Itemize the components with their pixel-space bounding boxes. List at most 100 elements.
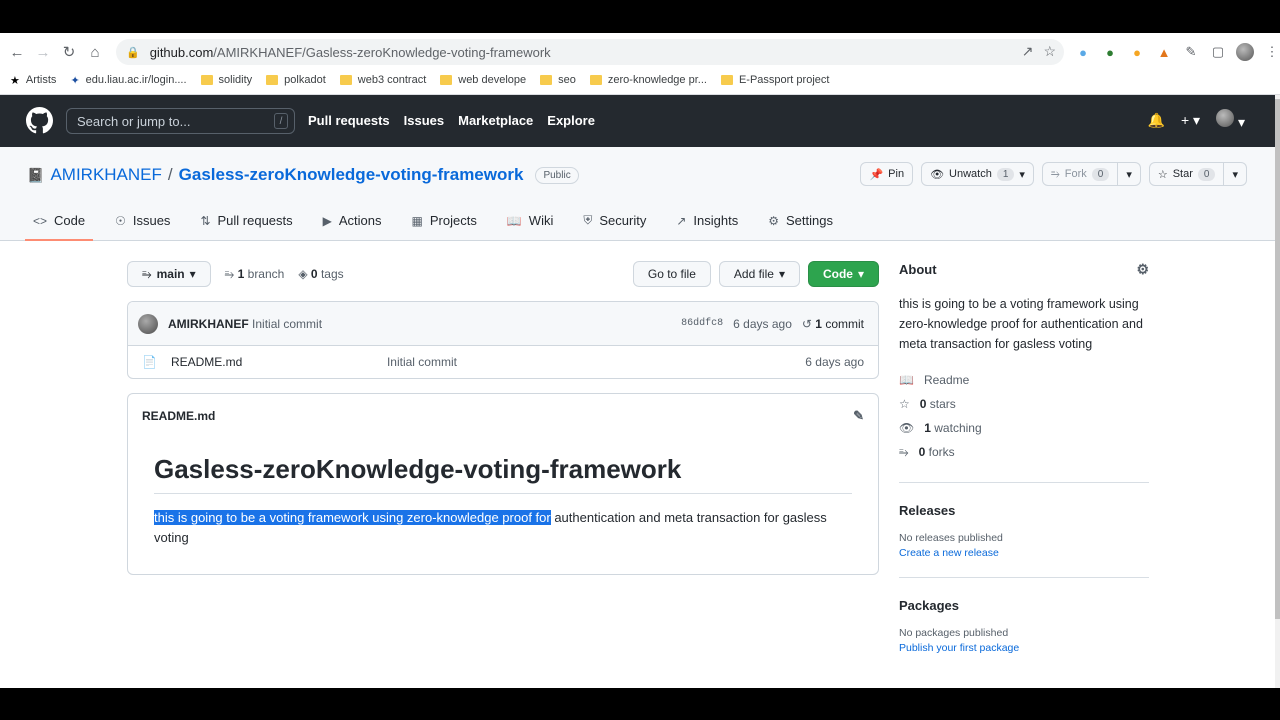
bookmark-folder[interactable]: solidity — [200, 74, 252, 86]
bookmark-folder[interactable]: polkadot — [266, 74, 326, 86]
extension-icon[interactable]: ● — [1128, 43, 1146, 61]
fork-dropdown-button[interactable]: ▾ — [1118, 162, 1141, 186]
packages-heading[interactable]: Packages — [899, 598, 1149, 613]
chevron-down-icon: ▾ — [1232, 168, 1238, 181]
tab-code[interactable]: <> Code — [25, 208, 94, 241]
browser-window: ← → ↻ ⌂ 🔒 github.com/AMIRKHANEF/Gasless-… — [0, 33, 1280, 688]
back-icon[interactable]: ← — [4, 39, 30, 65]
folder-icon — [720, 75, 733, 85]
tab-settings[interactable]: ⚙ Settings — [760, 208, 841, 240]
folder-icon — [339, 75, 352, 85]
pencil-icon[interactable]: ✎ — [853, 408, 864, 424]
gear-icon[interactable]: ⚙ — [1136, 261, 1149, 278]
commit-author[interactable]: AMIRKHANEF — [168, 317, 249, 331]
bookmark-folder[interactable]: web develope — [440, 74, 526, 86]
extension-icon[interactable]: ● — [1101, 43, 1119, 61]
forks-link[interactable]: ⥱ 0 forks — [899, 440, 1149, 464]
folder-icon — [200, 75, 213, 85]
repo-title: 📓 AMIRKHANEF / Gasless-zeroKnowledge-vot… — [27, 165, 579, 185]
bottom-black-bar — [0, 688, 1280, 720]
no-packages-text: No packages published — [899, 627, 1009, 639]
address-bar[interactable]: 🔒 github.com/AMIRKHANEF/Gasless-zeroKnow… — [116, 39, 1064, 65]
tab-issues[interactable]: ☉ Issues — [107, 208, 178, 240]
lock-icon: 🔒 — [126, 46, 140, 59]
forward-icon[interactable]: → — [30, 39, 56, 65]
bookmark-item[interactable]: ✦ edu.liau.ac.ir/login.... — [70, 74, 186, 87]
plus-dropdown-icon[interactable]: + ▾ — [1181, 112, 1200, 129]
share-icon[interactable]: ↗ — [1022, 43, 1034, 60]
nav-marketplace[interactable]: Marketplace — [458, 113, 533, 128]
readme-filename: README.md — [142, 409, 216, 423]
repo-owner-link[interactable]: AMIRKHANEF — [50, 165, 161, 185]
releases-heading[interactable]: Releases — [899, 503, 1149, 518]
publish-package-link[interactable]: Publish your first package — [899, 642, 1149, 654]
code-icon: <> — [33, 213, 48, 228]
sidebar-icon[interactable]: ▢ — [1209, 43, 1227, 61]
home-icon[interactable]: ⌂ — [82, 39, 108, 65]
fork-icon: ⥱ — [899, 444, 909, 459]
stars-link[interactable]: ☆ 0 stars — [899, 392, 1149, 416]
reload-icon[interactable]: ↻ — [56, 39, 82, 65]
github-logo-icon[interactable] — [26, 107, 53, 134]
repo-name-link[interactable]: Gasless-zeroKnowledge-voting-framework — [179, 165, 524, 185]
file-age: 6 days ago — [805, 355, 864, 369]
tags-link[interactable]: ◈ 0 tags — [298, 267, 343, 281]
repo-header: 📓 AMIRKHANEF / Gasless-zeroKnowledge-vot… — [0, 147, 1275, 241]
pin-button[interactable]: 📌 Pin — [860, 162, 914, 186]
tab-insights[interactable]: ↗ Insights — [668, 208, 746, 240]
nav-issues[interactable]: Issues — [404, 113, 444, 128]
file-commit-message[interactable]: Initial commit — [387, 355, 457, 369]
branches-link[interactable]: ⥱ 1 branch — [225, 267, 285, 282]
bookmark-folder[interactable]: seo — [540, 74, 576, 86]
commit-sha[interactable]: 86ddfc8 — [681, 318, 723, 329]
table-row[interactable]: 📄 README.md Initial commit 6 days ago — [128, 346, 878, 378]
bell-icon[interactable]: 🔔 — [1148, 112, 1165, 129]
avatar[interactable] — [138, 313, 158, 334]
eye-icon: 👁 — [930, 168, 945, 181]
star-icon: ★ — [10, 74, 20, 87]
extensions: ● ● ● ▲ ✎ ▢ ⋮ — [1074, 39, 1280, 65]
metamask-icon[interactable]: ▲ — [1155, 43, 1173, 61]
menu-icon[interactable]: ⋮ — [1263, 43, 1280, 61]
bookmark-folder[interactable]: web3 contract — [339, 74, 426, 86]
file-name-link[interactable]: README.md — [171, 355, 387, 369]
tab-actions[interactable]: ▶ Actions — [315, 208, 390, 240]
tab-pull-requests[interactable]: ⇅ Pull requests — [192, 208, 300, 240]
bookmark-folder[interactable]: E-Passport project — [720, 74, 829, 86]
user-menu[interactable]: ▾ — [1216, 109, 1245, 131]
commit-message[interactable]: Initial commit — [252, 317, 322, 331]
readme-link[interactable]: 📖 Readme — [899, 368, 1149, 392]
about-description: this is going to be a voting framework u… — [899, 297, 1143, 351]
create-release-link[interactable]: Create a new release — [899, 547, 1149, 559]
page-scrollbar[interactable] — [1275, 95, 1280, 688]
tag-icon: ◈ — [298, 267, 308, 281]
puzzle-icon[interactable]: ✎ — [1182, 43, 1200, 61]
scrollbar-thumb[interactable] — [1275, 99, 1280, 619]
profile-avatar[interactable] — [1236, 43, 1254, 61]
tab-projects[interactable]: ▦ Projects — [404, 208, 485, 240]
search-input[interactable]: Search or jump to... / — [66, 108, 295, 134]
commit-count-link[interactable]: ↺ 1 commit — [802, 317, 864, 331]
readme-box: README.md ✎ Gasless-zeroKnowledge-voting… — [127, 393, 879, 575]
go-to-file-button[interactable]: Go to file — [632, 261, 711, 287]
bookmark-star-icon[interactable]: ☆ — [1043, 43, 1056, 60]
tab-security[interactable]: ⛨ Security — [575, 208, 654, 240]
watchers-link[interactable]: 👁 1 watching — [899, 416, 1149, 440]
fork-button[interactable]: ⥱ Fork 0 — [1041, 162, 1119, 186]
branch-select-button[interactable]: ⥱ main ▾ — [127, 261, 211, 287]
shield-icon: ⛨ — [583, 213, 593, 227]
bookmark-item[interactable]: ★ Artists — [10, 74, 56, 87]
nav-pull-requests[interactable]: Pull requests — [308, 113, 390, 128]
extension-icon[interactable]: ● — [1074, 43, 1092, 61]
star-dropdown-button[interactable]: ▾ — [1224, 162, 1247, 186]
star-counter: 0 — [1197, 167, 1216, 181]
star-button[interactable]: ☆ Star 0 — [1148, 162, 1225, 186]
tab-wiki[interactable]: 📖 Wiki — [499, 208, 562, 240]
bookmark-folder[interactable]: zero-knowledge pr... — [589, 74, 707, 86]
readme-heading: Gasless-zeroKnowledge-voting-framework — [154, 454, 852, 494]
nav-explore[interactable]: Explore — [547, 113, 595, 128]
code-button[interactable]: Code ▾ — [807, 261, 879, 287]
unwatch-button[interactable]: 👁 Unwatch 1 ▾ — [921, 162, 1034, 186]
nav-buttons: ← → ↻ ⌂ — [4, 39, 108, 65]
add-file-button[interactable]: Add file ▾ — [718, 261, 800, 287]
